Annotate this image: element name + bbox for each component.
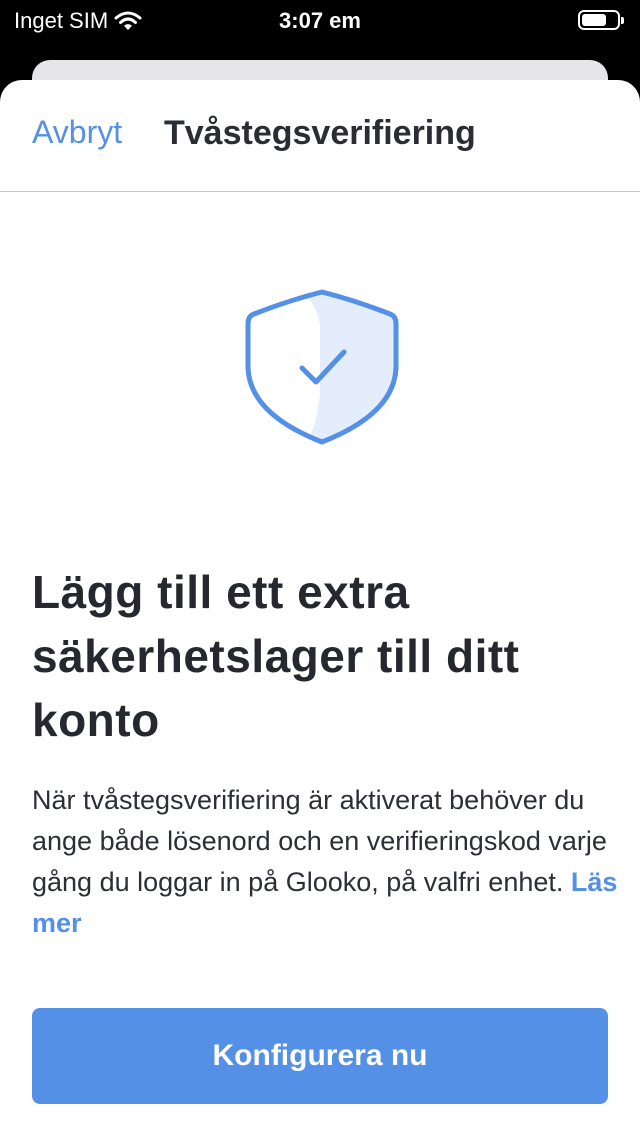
status-time: 3:07 em [279, 8, 361, 33]
shield-check-icon [244, 286, 400, 448]
headline: Lägg till ett extra säkerhetslager till … [32, 566, 520, 746]
modal-sheet: Avbryt Tvåstegsverifiering Lägg till ett… [0, 80, 640, 1136]
configure-now-button[interactable]: Konfigurera nu [32, 1008, 608, 1104]
cancel-button[interactable]: Avbryt [32, 114, 122, 151]
description-text: När tvåstegsverifiering är aktiverat beh… [32, 780, 622, 944]
battery-icon [578, 10, 624, 30]
page-title: Tvåstegsverifiering [164, 114, 476, 152]
navigation-bar: Avbryt Tvåstegsverifiering [0, 80, 640, 192]
description-body: När tvåstegsverifiering är aktiverat beh… [32, 785, 607, 897]
status-bar: Inget SIM 3:07 em [0, 0, 640, 40]
